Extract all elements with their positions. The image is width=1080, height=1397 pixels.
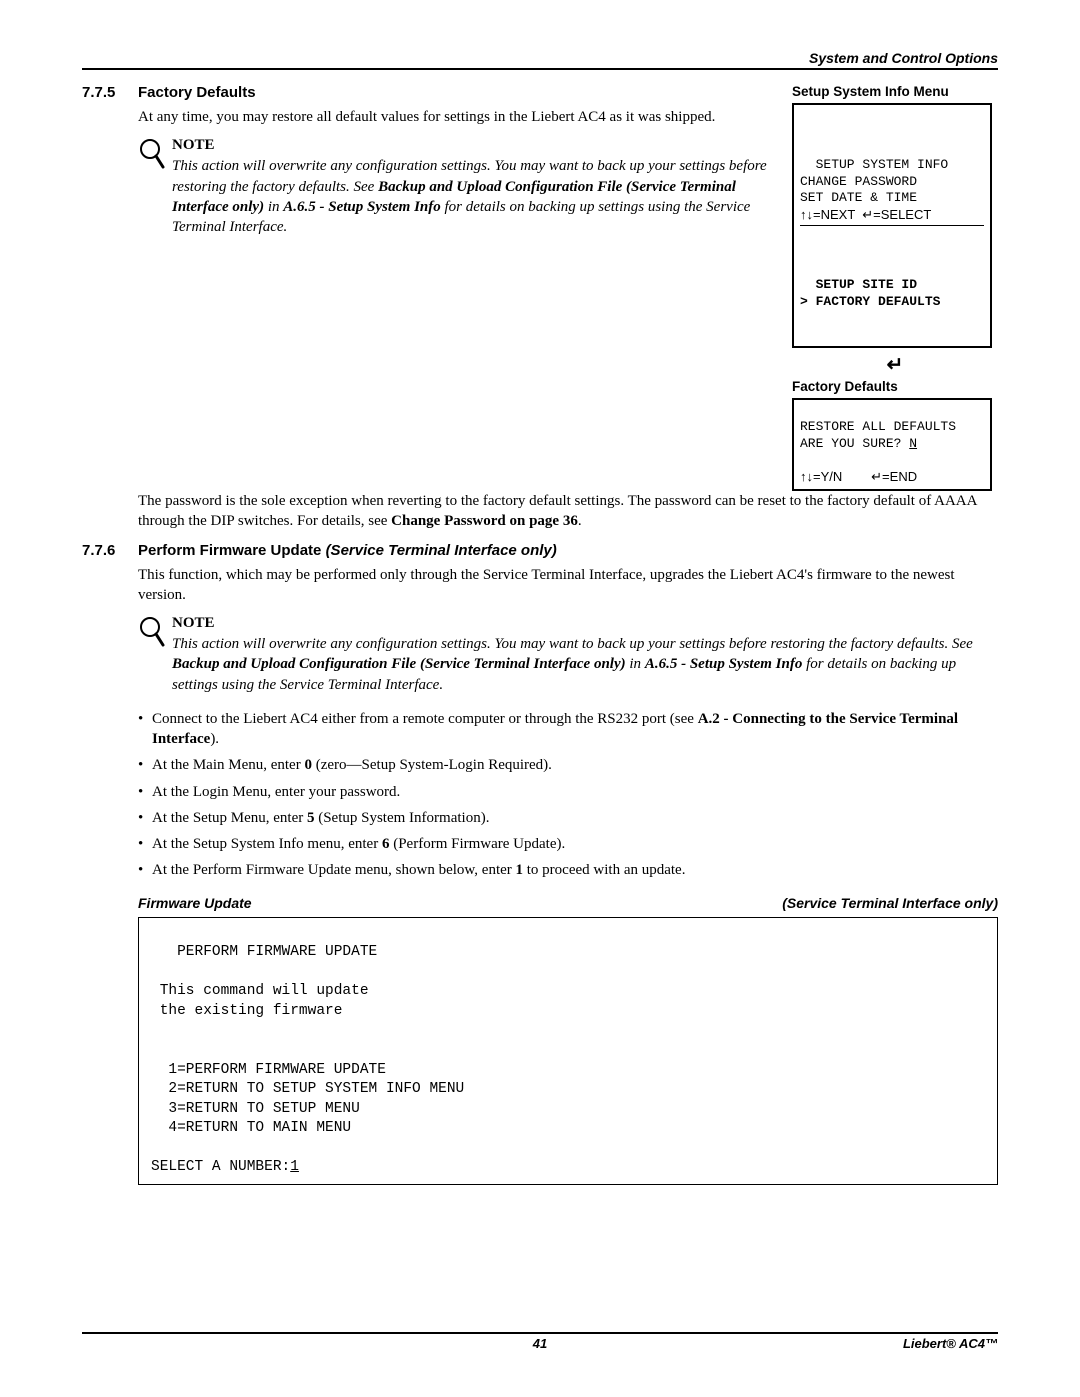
- lcd-line: SETUP SITE ID: [800, 277, 917, 292]
- steps-list: Connect to the Liebert AC4 either from a…: [138, 709, 998, 881]
- terminal-firmware-update: PERFORM FIRMWARE UPDATE This command wil…: [138, 917, 998, 1185]
- lcd-line: CHANGE PASSWORD: [800, 174, 917, 189]
- header-rule: [82, 68, 998, 70]
- page-footer: 41 Liebert® AC4™: [82, 1328, 998, 1351]
- term-line: 3=RETURN TO SETUP MENU: [151, 1101, 360, 1117]
- page-number: 41: [82, 1336, 998, 1351]
- product-name: Liebert® AC4™: [903, 1336, 998, 1351]
- term-blank: [151, 1023, 160, 1039]
- bold-ref: Change Password on page 36: [391, 513, 578, 529]
- note-text-part: in: [264, 199, 283, 215]
- note-bold-ref: Backup and Upload Configuration File (Se…: [172, 656, 626, 672]
- magnifier-icon: [138, 615, 172, 654]
- section-number: 7.7.5: [82, 84, 138, 101]
- term-prompt: SELECT A NUMBER:1: [151, 1159, 299, 1175]
- lcd-nav-line: ↑↓=NEXT ↵=SELECT: [800, 207, 984, 227]
- term-blank: [151, 1042, 160, 1058]
- note-block: NOTE This action will overwrite any conf…: [138, 137, 778, 237]
- lcd-line: SETUP SYSTEM INFO: [800, 157, 948, 172]
- magnifier-icon: [138, 137, 172, 176]
- term-line: 4=RETURN TO MAIN MENU: [151, 1120, 351, 1136]
- lcd-nav-line: ↑↓=Y/N ↵=END: [800, 469, 917, 484]
- intro-paragraph-776: This function, which may be performed on…: [138, 565, 998, 606]
- term-blank: [151, 1140, 160, 1156]
- list-item: At the Setup Menu, enter 5 (Setup System…: [138, 808, 998, 828]
- intro-paragraph: At any time, you may restore all default…: [138, 107, 778, 127]
- list-item: At the Main Menu, enter 0 (zero—Setup Sy…: [138, 755, 998, 775]
- lcd-line: ARE YOU SURE? N: [800, 436, 917, 451]
- lcd-line: SET DATE & TIME: [800, 190, 917, 205]
- term-line: the existing firmware: [151, 1003, 342, 1019]
- term-line: This command will update: [151, 983, 369, 999]
- note-heading: NOTE: [172, 137, 778, 154]
- list-item: Connect to the Liebert AC4 either from a…: [138, 709, 998, 750]
- section-775-heading: 7.7.5 Factory Defaults: [82, 84, 778, 101]
- section-title: Factory Defaults: [138, 84, 256, 101]
- lcd-blank: [800, 452, 808, 467]
- firmware-update-label: Firmware Update: [138, 895, 252, 911]
- section-776-heading: 7.7.6 Perform Firmware Update (Service T…: [82, 542, 998, 559]
- note-body: This action will overwrite any configura…: [172, 636, 973, 693]
- lcd-factory-defaults: RESTORE ALL DEFAULTS ARE YOU SURE? N ↑↓=…: [792, 398, 992, 491]
- lcd-setup-system-info: SETUP SYSTEM INFO CHANGE PASSWORD SET DA…: [792, 103, 992, 348]
- lcd-line: RESTORE ALL DEFAULTS: [800, 419, 956, 434]
- term-line: 2=RETURN TO SETUP SYSTEM INFO MENU: [151, 1081, 464, 1097]
- note-body: This action will overwrite any configura…: [172, 158, 767, 235]
- term-blank: [151, 964, 160, 980]
- firmware-title-row: Firmware Update (Service Terminal Interf…: [138, 895, 998, 911]
- enter-icon: ↵: [792, 352, 998, 377]
- setup-menu-label: Setup System Info Menu: [792, 84, 998, 99]
- note-bold-ref: A.6.5 - Setup System Info: [645, 656, 803, 672]
- note-text-part: in: [626, 656, 645, 672]
- note-text-part: This action will overwrite any configura…: [172, 636, 973, 652]
- text-run: .: [578, 513, 582, 529]
- note-block-776: NOTE This action will overwrite any conf…: [138, 615, 998, 695]
- password-paragraph: The password is the sole exception when …: [138, 491, 998, 532]
- list-item: At the Perform Firmware Update menu, sho…: [138, 860, 998, 880]
- lcd-line-selected: > FACTORY DEFAULTS: [800, 294, 940, 309]
- section-number: 7.7.6: [82, 542, 138, 559]
- term-line: 1=PERFORM FIRMWARE UPDATE: [151, 1062, 386, 1078]
- running-header: System and Control Options: [82, 50, 998, 66]
- term-line: PERFORM FIRMWARE UPDATE: [151, 944, 377, 960]
- note-heading: NOTE: [172, 615, 998, 632]
- factory-defaults-label: Factory Defaults: [792, 379, 998, 394]
- footer-rule: [82, 1332, 998, 1334]
- sti-only-label: (Service Terminal Interface only): [782, 895, 998, 911]
- list-item: At the Setup System Info menu, enter 6 (…: [138, 834, 998, 854]
- list-item: At the Login Menu, enter your password.: [138, 782, 998, 802]
- note-bold-ref: A.6.5 - Setup System Info: [283, 199, 441, 215]
- section-title: Perform Firmware Update (Service Termina…: [138, 542, 557, 559]
